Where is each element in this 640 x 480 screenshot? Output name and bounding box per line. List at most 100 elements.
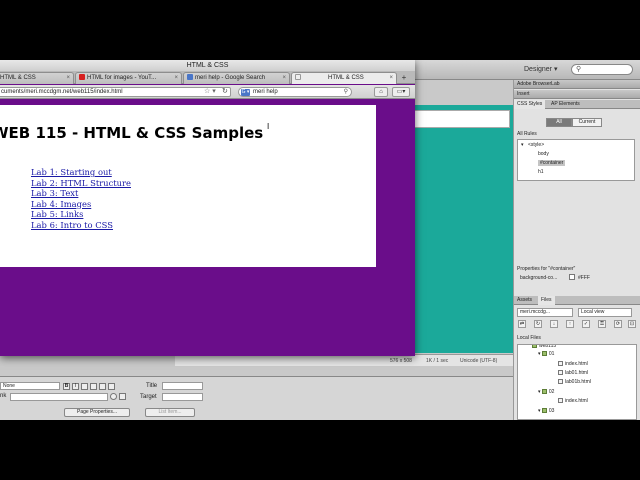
unordered-list-button[interactable] bbox=[81, 383, 88, 390]
check-out-icon[interactable]: ✓ bbox=[582, 320, 590, 328]
refresh-icon[interactable]: ↻ bbox=[534, 320, 542, 328]
close-icon[interactable]: × bbox=[174, 73, 178, 84]
lab-link-2[interactable]: Lab 2: HTML Structure bbox=[31, 178, 131, 188]
address-bar[interactable]: cuments/meri.mccdgm.net/web115/index.htm… bbox=[0, 87, 231, 97]
view-select[interactable]: Local view bbox=[578, 308, 632, 317]
home-button[interactable]: ⌂ bbox=[374, 87, 388, 97]
tab-youtube[interactable]: HTML for images - YouT... × bbox=[75, 72, 182, 84]
tab-css-styles[interactable]: CSS Styles bbox=[514, 100, 546, 109]
lab-link-6[interactable]: Lab 6: Intro to CSS bbox=[31, 220, 113, 230]
tab-html-css-1[interactable]: HTML & CSS × bbox=[0, 72, 74, 84]
color-swatch[interactable] bbox=[569, 274, 575, 280]
file-tree-item[interactable]: index.html bbox=[558, 398, 588, 404]
search-input[interactable]: G ▾ meri help ⚲ bbox=[238, 87, 352, 97]
target-select[interactable] bbox=[162, 393, 203, 401]
help-search-input[interactable]: ⚲ bbox=[571, 64, 633, 75]
all-button[interactable]: All bbox=[546, 118, 572, 127]
rule-item-selected[interactable]: #container bbox=[538, 160, 566, 166]
close-icon[interactable]: × bbox=[282, 73, 286, 84]
italic-button[interactable]: I bbox=[72, 383, 79, 390]
search-icon[interactable]: ⚲ bbox=[344, 88, 348, 96]
close-icon[interactable]: × bbox=[66, 73, 70, 84]
tab-ap-elements[interactable]: AP Elements bbox=[548, 100, 583, 109]
bold-button[interactable]: B bbox=[63, 383, 70, 390]
local-files-header: Local Files bbox=[517, 335, 541, 341]
file-name: 01 bbox=[548, 351, 555, 357]
folder-icon bbox=[532, 345, 537, 349]
property-value[interactable]: #FFF bbox=[578, 275, 590, 281]
get-files-icon[interactable]: ↓ bbox=[550, 320, 558, 328]
file-tree-item[interactable]: web115 bbox=[532, 345, 556, 349]
tab-assets[interactable]: Assets bbox=[514, 296, 535, 305]
browserlab-panel-header[interactable]: Adobe BrowserLab bbox=[514, 80, 640, 89]
current-button[interactable]: Current bbox=[572, 118, 602, 127]
close-icon[interactable]: × bbox=[389, 73, 393, 84]
google-engine-icon[interactable]: G ▾ bbox=[241, 89, 250, 96]
tree-toggle-icon[interactable]: ▾ bbox=[521, 142, 524, 148]
browser-window: HTML & CSS HTML & CSS × HTML for images -… bbox=[0, 60, 415, 356]
tab-label: HTML & CSS bbox=[0, 75, 36, 81]
file-tree-item[interactable]: lab01b.html bbox=[558, 379, 591, 385]
list-item: Lab 5: Links bbox=[31, 209, 131, 220]
reload-icon[interactable]: ↻ bbox=[222, 87, 228, 96]
rule-item[interactable]: body bbox=[538, 151, 549, 157]
point-to-file-icon[interactable] bbox=[110, 393, 117, 400]
page-content: WEB 115 - HTML & CSS Samples Lab 1: Star… bbox=[0, 105, 376, 267]
title-input[interactable] bbox=[162, 382, 203, 390]
screen: Designer ▾ ⚲ 576 x 508 1K / 1 sec Unicod… bbox=[0, 60, 640, 420]
file-tree-item[interactable]: index.html bbox=[558, 361, 588, 367]
html-file-icon bbox=[558, 361, 563, 367]
ordered-list-button[interactable] bbox=[90, 383, 97, 390]
connect-icon[interactable]: ⇄ bbox=[518, 320, 526, 328]
indent-button[interactable] bbox=[108, 383, 115, 390]
bookmark-star-icon[interactable]: ☆ ▾ bbox=[204, 87, 216, 96]
file-tree-item[interactable]: ▾ 03 bbox=[538, 408, 554, 414]
link-input[interactable] bbox=[10, 393, 108, 401]
new-tab-button[interactable]: + bbox=[398, 73, 410, 83]
chevron-down-icon: ▾ bbox=[553, 66, 558, 73]
check-in-icon[interactable]: ⚿ bbox=[598, 320, 606, 328]
properties-panel: None B I nk Title Target Page Properties… bbox=[0, 376, 513, 420]
text-cursor-icon: I bbox=[267, 122, 270, 131]
youtube-icon bbox=[79, 74, 85, 81]
search-icon: ⚲ bbox=[576, 66, 582, 73]
window-size[interactable]: 576 x 508 bbox=[390, 358, 412, 364]
expand-icon[interactable]: ⊡ bbox=[628, 320, 636, 328]
encoding: Unicode (UTF-8) bbox=[460, 358, 498, 364]
properties-for-label: Properties for "#container" bbox=[517, 266, 576, 272]
tab-label: HTML for images - YouT... bbox=[87, 75, 157, 81]
file-name: lab01b.html bbox=[565, 379, 591, 385]
workspace-switcher[interactable]: Designer ▾ bbox=[524, 65, 557, 73]
files-panel-tabs: Assets Files bbox=[514, 296, 640, 305]
lab-link-5[interactable]: Lab 5: Links bbox=[31, 209, 83, 219]
property-name[interactable]: background-co... bbox=[520, 275, 557, 281]
insert-panel-header[interactable]: Insert bbox=[514, 90, 640, 99]
file-tree-item[interactable]: lab01.html bbox=[558, 370, 588, 376]
browser-toolbar: cuments/meri.mccdgm.net/web115/index.htm… bbox=[0, 85, 415, 99]
tab-google-search[interactable]: meri help - Google Search × bbox=[183, 72, 290, 84]
lab-link-3[interactable]: Lab 3: Text bbox=[31, 188, 78, 198]
css-panel-tabs: CSS Styles AP Elements bbox=[514, 100, 640, 109]
outdent-button[interactable] bbox=[99, 383, 106, 390]
rule-item[interactable]: <style> bbox=[528, 142, 544, 148]
file-name: 03 bbox=[548, 408, 555, 414]
list-item: Lab 6: Intro to CSS bbox=[31, 220, 131, 231]
page-properties-button[interactable]: Page Properties... bbox=[64, 408, 130, 417]
browse-folder-icon[interactable] bbox=[119, 393, 126, 400]
list-item: Lab 1: Starting out bbox=[31, 167, 131, 178]
list-item: Lab 3: Text bbox=[31, 188, 131, 199]
site-select[interactable]: meri.mccdg... bbox=[517, 308, 573, 317]
file-tree-item[interactable]: ▾ 02 bbox=[538, 389, 554, 395]
rule-item[interactable]: h1 bbox=[538, 169, 544, 175]
tab-files[interactable]: Files bbox=[538, 296, 555, 305]
list-item-button[interactable]: List Item... bbox=[145, 408, 195, 417]
lab-link-1[interactable]: Lab 1: Starting out bbox=[31, 167, 112, 177]
design-view-container bbox=[410, 110, 510, 128]
sync-icon[interactable]: ⟳ bbox=[614, 320, 622, 328]
put-files-icon[interactable]: ↑ bbox=[566, 320, 574, 328]
format-select[interactable]: None bbox=[0, 382, 60, 390]
tab-html-css-active[interactable]: HTML & CSS × bbox=[291, 72, 397, 84]
file-tree-item[interactable]: ▾ 01 bbox=[538, 351, 554, 357]
menu-button[interactable]: ▭▾ bbox=[392, 87, 410, 97]
lab-link-4[interactable]: Lab 4: Images bbox=[31, 199, 91, 209]
